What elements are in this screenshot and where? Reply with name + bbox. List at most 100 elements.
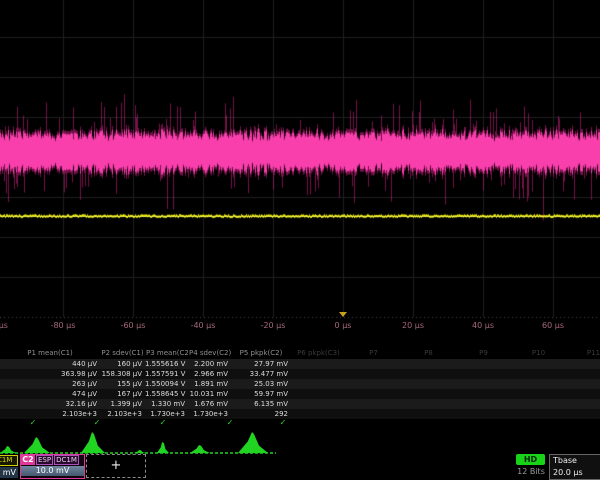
measure-value-cell xyxy=(566,369,600,379)
measure-value-cell xyxy=(566,399,600,409)
measure-value-cell: 1.399 µV xyxy=(100,399,145,409)
measure-status-ok-icon: ✓ xyxy=(160,418,167,427)
measure-col-header[interactable]: P4 sdev(C2) xyxy=(188,346,231,359)
channel-c1-descriptor[interactable]: DC1M 10.0 mV xyxy=(0,455,18,479)
measure-value-cell xyxy=(291,389,346,399)
measure-value-cell: 2.200 mV xyxy=(188,359,231,369)
measure-value-cell: 59.97 mV xyxy=(231,389,291,399)
time-axis-label: -60 µs xyxy=(121,321,146,330)
time-axis: -100 µs-80 µs-60 µs-40 µs-20 µs0 µs20 µs… xyxy=(0,318,600,332)
measure-value-cell: 25.03 mV xyxy=(231,379,291,389)
measure-value-cell: 1.555616 V xyxy=(145,359,188,369)
measure-value-cell: 363.98 µV xyxy=(0,369,100,379)
measure-value-cell xyxy=(401,399,456,409)
measure-value-cell xyxy=(346,389,401,399)
histogram-peak xyxy=(134,450,146,453)
measure-value-cell xyxy=(346,369,401,379)
waveform-display-grid[interactable] xyxy=(0,0,600,332)
measure-value-cell xyxy=(291,359,346,369)
resolution-bits-label: 12 Bits xyxy=(511,467,551,476)
measure-value-cell: 1.558645 V xyxy=(145,389,188,399)
measure-value-cell xyxy=(291,379,346,389)
histogram-peak xyxy=(81,432,105,453)
histogram-peak xyxy=(238,432,268,453)
measure-value-cell: 1.550094 V xyxy=(145,379,188,389)
add-trace-button[interactable]: + xyxy=(86,454,146,478)
measure-value-cell: 155 µV xyxy=(100,379,145,389)
c1-scale-value: 10.0 mV xyxy=(0,467,18,478)
measure-value-cell xyxy=(401,379,456,389)
measure-value-cell xyxy=(346,359,401,369)
measure-value-cell xyxy=(511,359,566,369)
measure-col-header[interactable]: P5 pkpk(C2) xyxy=(231,346,291,359)
c2-esp-tag: ESP xyxy=(36,455,53,465)
measure-status-ok-icon: ✓ xyxy=(30,418,37,427)
measure-value-cell: 1.330 mV xyxy=(145,399,188,409)
measure-value-cell xyxy=(456,359,511,369)
measure-col-header[interactable]: P3 mean(C2) xyxy=(145,346,188,359)
measure-value-cell xyxy=(566,379,600,389)
measure-value-cell xyxy=(291,399,346,409)
measure-col-header-unused[interactable]: P11 xyxy=(566,346,600,359)
measure-col-header[interactable]: P1 mean(C1) xyxy=(0,346,100,359)
measure-status-ok-icon: ✓ xyxy=(94,418,101,427)
measure-status-ok-icon: ✓ xyxy=(280,418,287,427)
time-axis-label: 40 µs xyxy=(472,321,494,330)
timebase-descriptor[interactable]: Tbase 20.0 µs xyxy=(549,454,600,480)
histogram-peak xyxy=(157,442,169,453)
timebase-label: Tbase xyxy=(550,455,600,467)
measure-value-cell xyxy=(566,389,600,399)
measure-table-row: 263 µV155 µV1.550094 V1.891 mV25.03 mV xyxy=(0,379,600,389)
measure-status-ok-icon: ✓ xyxy=(227,418,234,427)
measure-value-cell: 27.97 mV xyxy=(231,359,291,369)
measure-value-cell: 1.557591 V xyxy=(145,369,188,379)
measure-value-cell xyxy=(456,379,511,389)
trigger-time-marker-icon[interactable] xyxy=(339,312,347,317)
measure-value-cell: 1.676 mV xyxy=(188,399,231,409)
measure-table-row: 32.16 µV1.399 µV1.330 mV1.676 mV6.135 mV xyxy=(0,399,600,409)
measure-col-header-unused[interactable]: P9 xyxy=(456,346,511,359)
histogram-peak xyxy=(24,437,50,453)
histogram-trace xyxy=(0,427,300,456)
measure-value-cell xyxy=(511,369,566,379)
measure-value-cell xyxy=(456,369,511,379)
measure-value-cell: 2.966 mV xyxy=(188,369,231,379)
time-axis-label: -20 µs xyxy=(261,321,286,330)
measure-value-cell xyxy=(401,359,456,369)
measure-value-cell xyxy=(346,379,401,389)
measure-value-cell: 160 µV xyxy=(100,359,145,369)
hd-mode-badge[interactable]: HD xyxy=(516,454,545,465)
measure-value-cell: 440 µV xyxy=(0,359,100,369)
time-axis-label: -80 µs xyxy=(51,321,76,330)
time-axis-label: 20 µs xyxy=(402,321,424,330)
measure-value-cell xyxy=(401,369,456,379)
measure-value-cell xyxy=(511,389,566,399)
measure-value-cell xyxy=(401,389,456,399)
measure-table-row: 440 µV160 µV1.555616 V2.200 mV27.97 mV xyxy=(0,359,600,369)
oscilloscope-screen: { "top_badge": { "text": "", "color": "#… xyxy=(0,0,600,480)
measure-value-cell: 32.16 µV xyxy=(0,399,100,409)
c2-coupling-tag: DC1M xyxy=(54,455,79,465)
time-axis-label: 0 µs xyxy=(335,321,352,330)
measure-col-header-unused[interactable]: P10 xyxy=(511,346,566,359)
measure-value-cell: 167 µV xyxy=(100,389,145,399)
measure-col-header-unused[interactable]: P7 xyxy=(346,346,401,359)
measure-table: P1 mean(C1)P2 sdev(C1)P3 mean(C2)P4 sdev… xyxy=(0,346,600,419)
measure-value-cell: 1.891 mV xyxy=(188,379,231,389)
measure-value-cell xyxy=(291,369,346,379)
measure-value-cell: 6.135 mV xyxy=(231,399,291,409)
channel-c2-descriptor[interactable]: C2 ESP DC1M 10.0 mV xyxy=(20,454,85,479)
measure-table-grid: P1 mean(C1)P2 sdev(C1)P3 mean(C2)P4 sdev… xyxy=(0,346,600,419)
measure-value-cell: 10.031 mV xyxy=(188,389,231,399)
measure-value-cell: 263 µV xyxy=(0,379,100,389)
measure-value-cell: 158.308 µV xyxy=(100,369,145,379)
measure-value-cell: 474 µV xyxy=(0,389,100,399)
measure-col-header[interactable]: P2 sdev(C1) xyxy=(100,346,145,359)
measure-value-cell xyxy=(456,399,511,409)
measure-col-header-unused[interactable]: P6 pkpk(C3) xyxy=(291,346,346,359)
histogram-peak xyxy=(190,445,210,453)
measure-value-cell xyxy=(346,399,401,409)
c2-channel-label: C2 xyxy=(21,455,35,465)
measure-value-cell: 33.477 mV xyxy=(231,369,291,379)
measure-col-header-unused[interactable]: P8 xyxy=(401,346,456,359)
